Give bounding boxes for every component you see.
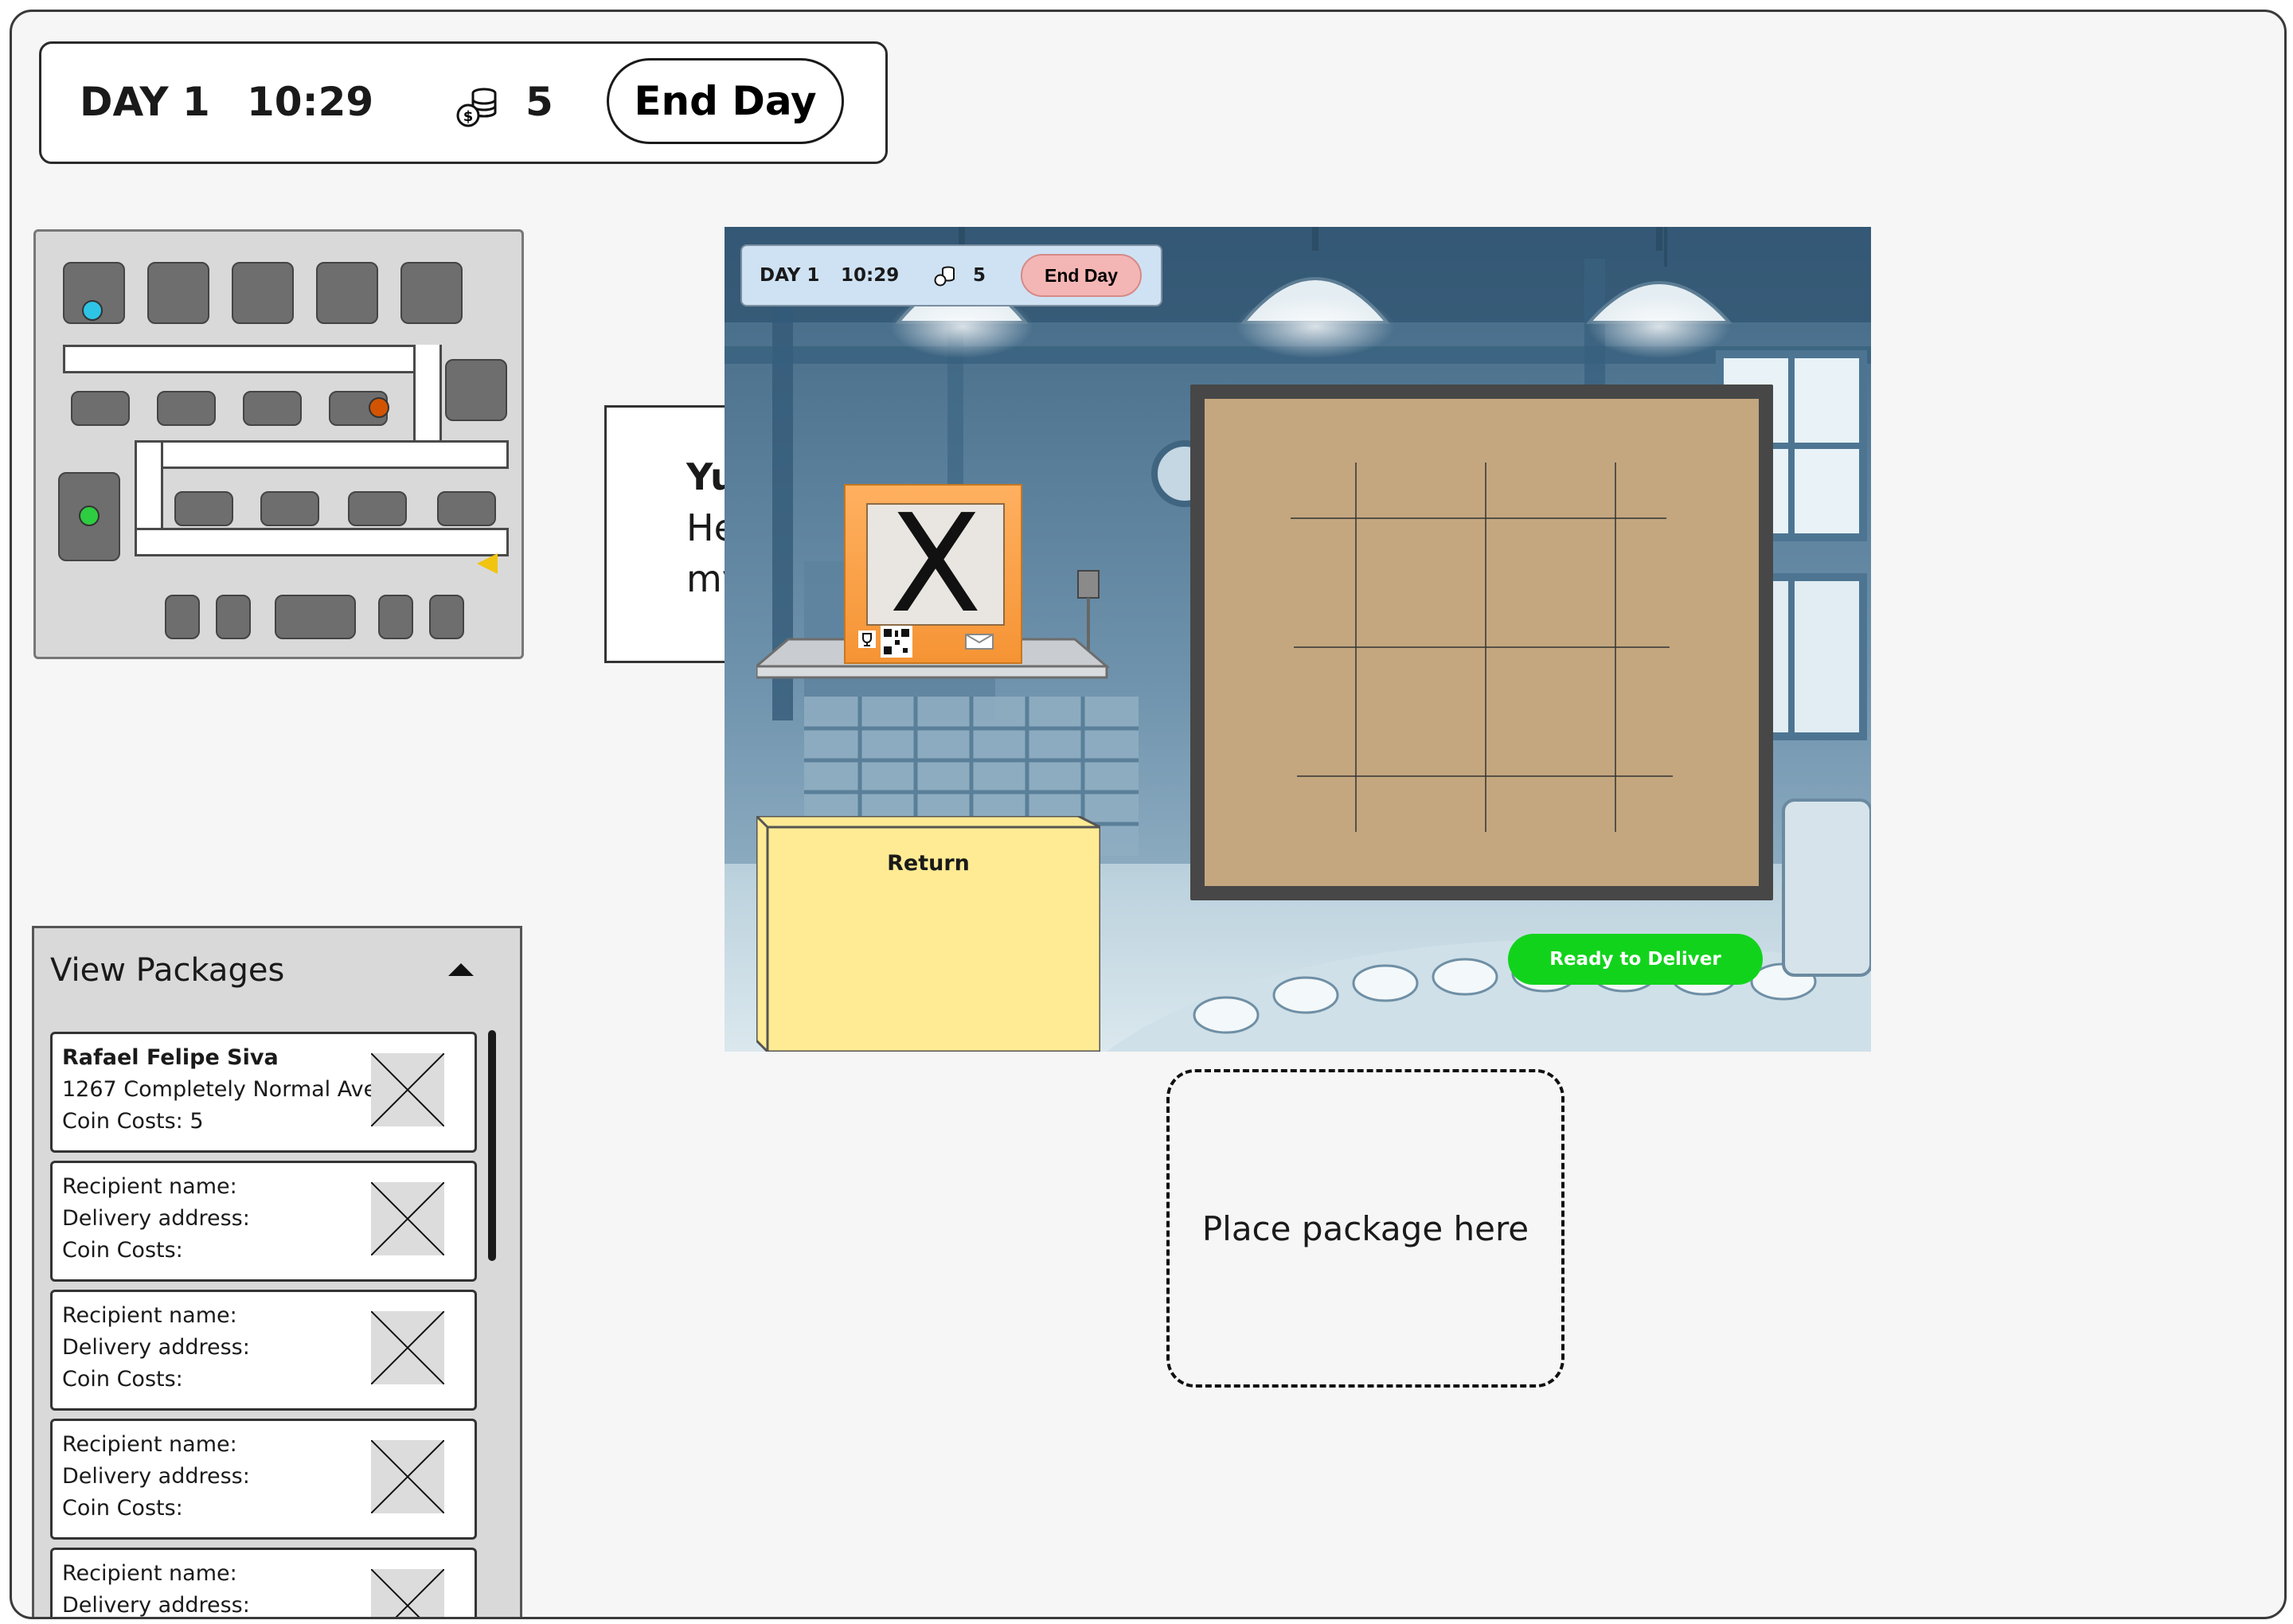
- package-card[interactable]: Rafael Felipe Siva 1267 Completely Norma…: [50, 1032, 477, 1153]
- coin-count: 5: [525, 79, 553, 125]
- coin-cost: Coin Costs:: [62, 1367, 183, 1392]
- board-cell[interactable]: [1356, 518, 1486, 647]
- end-day-button[interactable]: End Day: [607, 58, 844, 144]
- map-marker-green[interactable]: [79, 506, 100, 526]
- delivery-address: Delivery address:: [62, 1206, 250, 1231]
- coin-cost: Coin Costs:: [62, 1238, 183, 1263]
- scene-day-label: DAY 1: [760, 265, 820, 286]
- board-cell[interactable]: [1486, 518, 1615, 647]
- map-building: [174, 491, 233, 526]
- map-building: [260, 491, 319, 526]
- recipient-name: Recipient name:: [62, 1432, 237, 1457]
- map-building: [316, 262, 378, 324]
- map-building: [445, 359, 507, 421]
- recipient-name: Recipient name:: [62, 1303, 237, 1328]
- recipient-name: Recipient name:: [62, 1174, 237, 1199]
- scene-status-bar: DAY 1 10:29 5 End Day: [740, 244, 1162, 306]
- map-building: [165, 595, 200, 639]
- package-card[interactable]: Recipient name: Delivery address: Coin C…: [50, 1419, 477, 1540]
- map-building: [437, 491, 496, 526]
- return-label: Return: [887, 851, 970, 876]
- map-building: [243, 391, 302, 426]
- package-label: X: [866, 503, 1005, 626]
- map-building: [232, 262, 294, 324]
- player-arrow-icon: [477, 553, 498, 574]
- qr-code-icon: [881, 626, 912, 658]
- map-marker-blue[interactable]: [82, 300, 103, 321]
- map-building: [71, 391, 130, 426]
- collapse-caret-icon[interactable]: [448, 963, 474, 976]
- image-placeholder-icon: [371, 1182, 444, 1255]
- coin-stack-icon: [934, 266, 955, 287]
- map-road: [135, 528, 509, 556]
- delivery-address: Delivery address:: [62, 1335, 250, 1360]
- map-building: [216, 595, 251, 639]
- map-building: [157, 391, 216, 426]
- image-placeholder-icon: [371, 1311, 444, 1384]
- package-box[interactable]: X: [844, 484, 1022, 664]
- scene-clock-label: 10:29: [841, 265, 900, 286]
- map-marker-orange[interactable]: [369, 397, 389, 418]
- package-drop-zone[interactable]: Place package here: [1166, 1069, 1564, 1388]
- game-scene: DAY 1 10:29 5 End Day X Return Ready to …: [725, 227, 1871, 1052]
- image-placeholder-icon: [371, 1053, 444, 1126]
- scene-coin-count: 5: [973, 265, 986, 286]
- map-road: [63, 345, 442, 373]
- image-placeholder-icon: [371, 1569, 444, 1617]
- map-road: [135, 440, 509, 469]
- board-cell[interactable]: [1356, 647, 1486, 776]
- map-building: [400, 262, 463, 324]
- recipient-name: Rafael Felipe Siva: [62, 1045, 279, 1070]
- board-cell[interactable]: [1486, 647, 1615, 776]
- map-building: [147, 262, 209, 324]
- game-board: [1190, 385, 1773, 900]
- ready-to-deliver-button[interactable]: Ready to Deliver: [1508, 934, 1763, 985]
- envelope-icon: [965, 634, 994, 650]
- packages-scrollbar[interactable]: [488, 1030, 496, 1261]
- packages-panel: View Packages Rafael Felipe Siva 1267 Co…: [32, 926, 522, 1618]
- fragile-icon: [858, 630, 876, 648]
- return-bin[interactable]: Return: [756, 816, 1100, 1052]
- package-card[interactable]: Recipient name: Delivery address: Coin C…: [50, 1161, 477, 1282]
- map-road: [413, 345, 442, 443]
- status-bar: DAY 1 10:29 $ 5 End Day: [39, 41, 888, 164]
- app-window: DAY 1 10:29 $ 5 End Day View Packages Ra…: [10, 10, 2287, 1619]
- delivery-address: Delivery address:: [62, 1464, 250, 1489]
- delivery-address: 1267 Completely Normal Ave: [62, 1077, 377, 1102]
- drop-zone-label: Place package here: [1201, 1208, 1529, 1248]
- coin-stack-icon: $: [456, 88, 497, 127]
- packages-title: View Packages: [50, 952, 285, 989]
- map-building: [429, 595, 464, 639]
- board-surface: [1205, 399, 1759, 886]
- package-card[interactable]: Recipient name: Delivery address: Coin C…: [50, 1290, 477, 1411]
- svg-text:$: $: [463, 108, 474, 125]
- map-building: [348, 491, 407, 526]
- mini-map[interactable]: [33, 229, 524, 659]
- image-placeholder-icon: [371, 1440, 444, 1513]
- map-building: [275, 595, 356, 639]
- map-building: [378, 595, 413, 639]
- clock-label: 10:29: [247, 79, 374, 125]
- day-label: DAY 1: [80, 79, 210, 125]
- recipient-name: Recipient name:: [62, 1561, 237, 1586]
- delivery-address: Delivery address:: [62, 1593, 250, 1618]
- coin-cost: Coin Costs: 5: [62, 1109, 204, 1134]
- coin-cost: Coin Costs:: [62, 1496, 183, 1521]
- package-card[interactable]: Recipient name: Delivery address:: [50, 1548, 477, 1618]
- board-cell[interactable]: [1291, 455, 1356, 518]
- scene-end-day-button[interactable]: End Day: [1021, 254, 1142, 297]
